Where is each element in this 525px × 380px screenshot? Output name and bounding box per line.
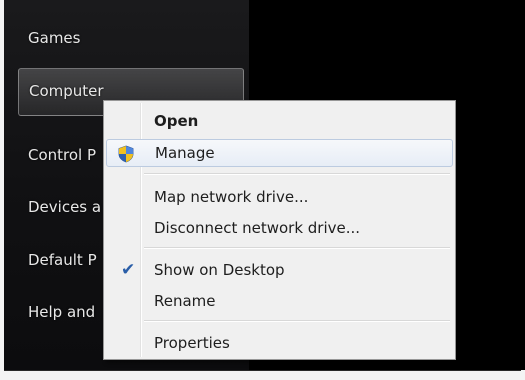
context-item-rename[interactable]: Rename xyxy=(106,287,453,315)
start-item-label: Computer xyxy=(29,82,104,100)
context-item-label: Map network drive... xyxy=(154,188,309,206)
menu-separator xyxy=(144,320,450,322)
shield-icon xyxy=(118,145,134,163)
context-item-label: Rename xyxy=(154,292,216,310)
context-item-label: Manage xyxy=(155,144,215,162)
menu-separator xyxy=(144,173,450,175)
start-item-games[interactable]: Games xyxy=(18,20,244,56)
context-item-show-on-desktop[interactable]: ✔ Show on Desktop xyxy=(106,256,453,284)
screenshot: Games Computer Control P Devices a Defau… xyxy=(0,0,525,380)
context-item-label: Disconnect network drive... xyxy=(154,219,361,237)
start-item-label: Help and xyxy=(28,303,96,321)
context-item-label: Properties xyxy=(154,334,230,352)
checkmark-icon: ✔ xyxy=(121,260,136,280)
menu-separator xyxy=(144,247,450,249)
context-item-label: Show on Desktop xyxy=(154,261,285,279)
context-item-manage[interactable]: Manage xyxy=(106,139,453,167)
start-item-label: Games xyxy=(28,29,81,47)
context-item-label: Open xyxy=(154,112,199,130)
context-item-open[interactable]: Open xyxy=(106,107,453,135)
context-item-properties[interactable]: Properties xyxy=(106,329,453,357)
start-item-label: Devices a xyxy=(28,198,102,216)
context-menu: Open Manage Map network drive... Disconn… xyxy=(103,100,456,360)
context-item-disconnect-network-drive[interactable]: Disconnect network drive... xyxy=(106,214,453,242)
start-item-label: Control P xyxy=(28,146,97,164)
context-item-map-network-drive[interactable]: Map network drive... xyxy=(106,183,453,211)
start-item-label: Default P xyxy=(28,251,97,269)
